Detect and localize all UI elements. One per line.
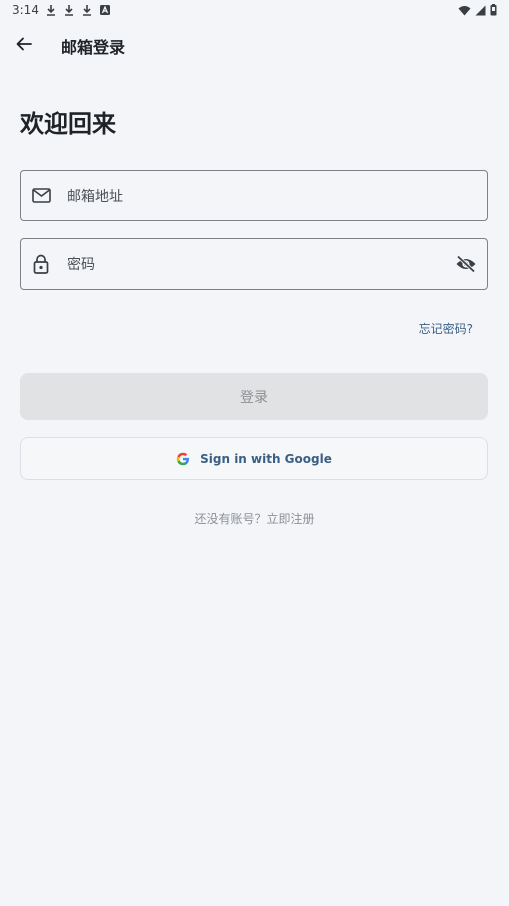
google-signin-label: Sign in with Google <box>200 451 332 466</box>
system-icons <box>458 4 497 16</box>
email-field[interactable] <box>20 170 488 222</box>
register-link[interactable]: 还没有账号？立即注册 <box>0 510 509 527</box>
google-icon <box>176 452 190 465</box>
visibility-off-icon[interactable] <box>455 253 477 275</box>
wifi-icon <box>458 5 471 15</box>
password-input[interactable] <box>65 239 449 291</box>
status-time: 3:14 <box>12 3 39 17</box>
font-icon <box>100 5 110 15</box>
email-input[interactable] <box>65 171 449 222</box>
welcome-heading: 欢迎回来 <box>20 110 116 138</box>
forgot-password-link[interactable]: 忘记密码? <box>419 320 473 337</box>
app-bar: 邮箱登录 <box>0 26 509 66</box>
download-icon <box>47 5 55 16</box>
google-signin-button[interactable]: Sign in with Google <box>20 437 488 480</box>
lock-icon <box>31 254 51 274</box>
status-bar: 3:14 <box>0 0 509 22</box>
arrow-left-icon <box>16 37 32 51</box>
signal-icon <box>475 5 486 15</box>
notification-icons <box>45 4 111 16</box>
download-icon <box>65 5 73 16</box>
mail-icon <box>31 186 51 206</box>
password-field[interactable] <box>20 238 488 291</box>
battery-icon <box>490 4 497 16</box>
page-title: 邮箱登录 <box>61 38 126 57</box>
back-button[interactable] <box>12 32 36 56</box>
download-icon <box>83 5 91 16</box>
login-button[interactable]: 登录 <box>20 373 488 420</box>
